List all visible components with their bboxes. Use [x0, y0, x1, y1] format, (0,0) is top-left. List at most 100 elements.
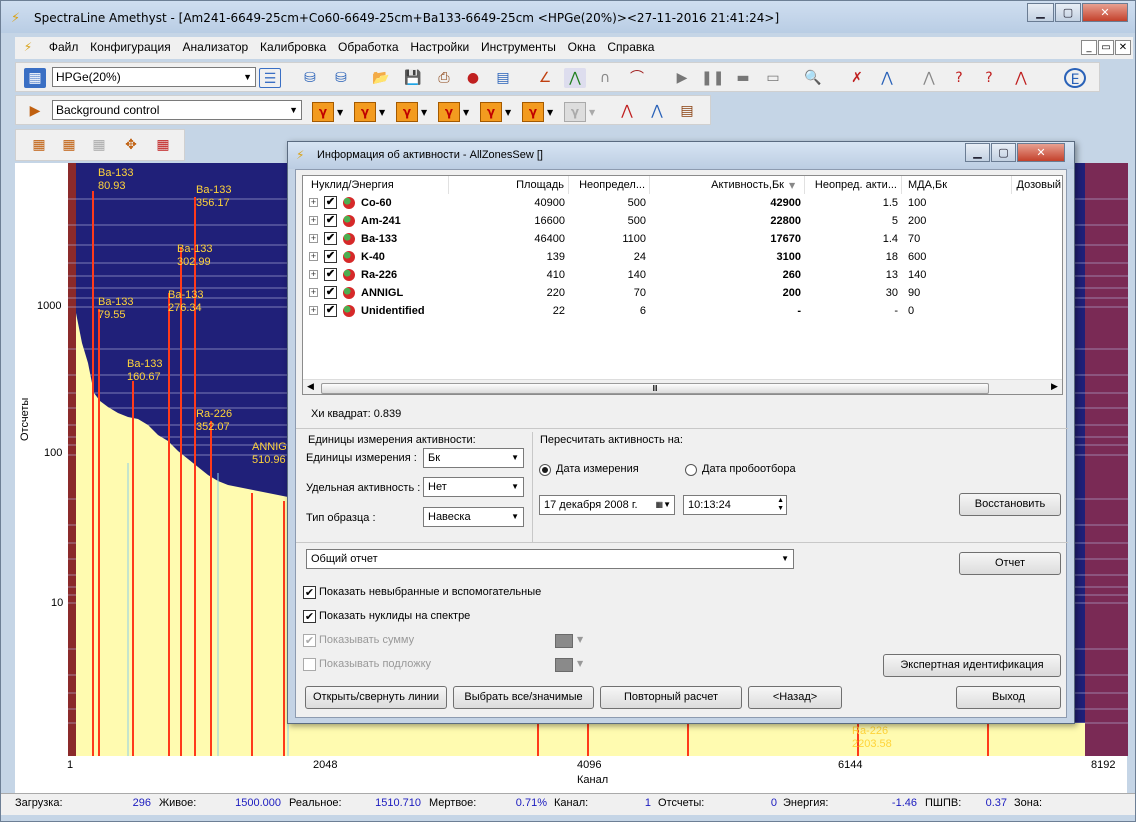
menu-windows[interactable]: Окна	[564, 37, 600, 57]
mdi-minimize-button[interactable]: _	[1081, 40, 1097, 55]
column-header-uncertainty[interactable]: Неопредел...	[569, 176, 650, 194]
spin-icon[interactable]: ▲ ▼	[777, 497, 784, 513]
calibration-icon[interactable]: ∠	[534, 68, 556, 88]
gamma-filter-3-icon[interactable]: γ	[396, 102, 418, 122]
table-hscrollbar[interactable]: ◀ Ⅲ ▶	[303, 379, 1062, 394]
dialog-maximize-button[interactable]: ▢	[991, 143, 1016, 162]
menu-settings[interactable]: Настройки	[406, 37, 473, 57]
time-picker[interactable]: 10:13:24 ▲ ▼	[683, 495, 787, 515]
peak-fit-icon[interactable]: ⋀	[564, 68, 586, 88]
grid-move-icon[interactable]: ✥	[120, 135, 142, 155]
minimize-button[interactable]: ▁	[1027, 3, 1054, 22]
date-picker[interactable]: 17 декабря 2008 г. ▦▼	[539, 495, 675, 515]
clear-icon[interactable]: ▭	[762, 68, 784, 88]
expand-icon[interactable]: +	[309, 252, 318, 261]
show-unselected-label[interactable]: Показать невыбранные и вспомогательные	[319, 586, 541, 598]
grid-delete-icon[interactable]: ▦	[152, 135, 174, 155]
row-checkbox[interactable]: ✔	[324, 304, 337, 317]
row-checkbox[interactable]: ✔	[324, 196, 337, 209]
column-header-area[interactable]: Площадь	[449, 176, 569, 194]
chevron-down-icon[interactable]: ▼	[337, 108, 343, 117]
chevron-down-icon[interactable]: ▼	[379, 108, 385, 117]
chevron-down-icon[interactable]: ▼	[463, 108, 469, 117]
toggle-lines-button[interactable]: Открыть/свернуть линии	[305, 686, 447, 709]
mode-select[interactable]: Background control ▼	[52, 100, 302, 120]
calendar-icon[interactable]: ▦▼	[656, 496, 671, 514]
detector-settings-icon[interactable]: ☰	[259, 68, 281, 88]
expand-icon[interactable]: +	[309, 288, 318, 297]
menu-analyzer[interactable]: Анализатор	[179, 37, 253, 57]
back-button[interactable]: <Назад>	[748, 686, 842, 709]
activity-info-icon[interactable]: ⋀	[646, 101, 668, 121]
menu-file[interactable]: Файл	[45, 37, 83, 57]
overlay-icon[interactable]: ⋀	[918, 68, 940, 88]
close-button[interactable]: ✕	[1082, 3, 1128, 22]
expand-icon[interactable]: +	[309, 234, 318, 243]
database-save-icon[interactable]: ⛁	[330, 68, 352, 88]
column-header-activity-uncertainty[interactable]: Неопред. акти...	[805, 176, 902, 194]
radio-measure-date-label[interactable]: Дата измерения	[556, 463, 639, 475]
sample-type-select[interactable]: Навеска ▼	[423, 507, 524, 527]
detector-select[interactable]: HPGe(20%) ▼	[52, 67, 256, 87]
print-icon[interactable]: ⎙	[433, 68, 455, 88]
exit-button[interactable]: Выход	[956, 686, 1061, 709]
start-icon[interactable]: ▶	[671, 68, 693, 88]
nuclide-lines-icon[interactable]: ⋀	[1010, 68, 1032, 88]
expand-icon[interactable]: +	[309, 198, 318, 207]
identify-icon[interactable]: ?	[948, 68, 970, 88]
expand-icon[interactable]: +	[309, 306, 318, 315]
activity-icon[interactable]: ?	[978, 68, 1000, 88]
report-button[interactable]: Отчет	[959, 552, 1061, 575]
folder-open-icon[interactable]: 📂	[370, 68, 392, 88]
row-checkbox[interactable]: ✔	[324, 250, 337, 263]
recalculate-button[interactable]: Повторный расчет	[600, 686, 742, 709]
pause-icon[interactable]: ❚❚	[701, 68, 724, 88]
mdi-restore-button[interactable]: ▭	[1098, 40, 1114, 55]
table-row[interactable]: + ✔ Ba-133 46400 1100 17670 1.4 70	[303, 230, 1062, 248]
report-icon[interactable]: ▤	[492, 68, 514, 88]
column-header-dose[interactable]: Дозовый	[1012, 176, 1062, 194]
gamma-filter-5-icon[interactable]: γ	[480, 102, 502, 122]
radio-measure-date[interactable]	[539, 464, 551, 476]
dialog-minimize-button[interactable]: ▁	[965, 143, 990, 162]
dialog-close-button[interactable]: ✕	[1017, 143, 1065, 162]
mdi-close-button[interactable]: ✕	[1115, 40, 1131, 55]
scroll-thumb[interactable]: Ⅲ	[321, 383, 989, 394]
show-unselected-checkbox[interactable]: ✔	[303, 586, 316, 599]
menu-processing[interactable]: Обработка	[334, 37, 403, 57]
table-row[interactable]: + ✔ Am-241 16600 500 22800 5 200	[303, 212, 1062, 230]
expand-icon[interactable]: +	[309, 270, 318, 279]
chevron-down-icon[interactable]: ▼	[421, 108, 427, 117]
row-checkbox[interactable]: ✔	[324, 268, 337, 281]
zoom-icon[interactable]: 🔍	[802, 68, 824, 88]
gamma-filter-2-icon[interactable]: γ	[354, 102, 376, 122]
scroll-left-icon[interactable]: ◀	[307, 382, 314, 392]
peak-shape-icon[interactable]: ∩	[594, 68, 616, 88]
grid-open-icon[interactable]: ▦	[28, 135, 50, 155]
spectrum-view-icon[interactable]: ⋀	[876, 68, 898, 88]
row-checkbox[interactable]: ✔	[324, 214, 337, 227]
database-open-icon[interactable]: ⛁	[299, 68, 321, 88]
lines-info-icon[interactable]: ⋀	[616, 101, 638, 121]
menu-calibration[interactable]: Калибровка	[256, 37, 330, 57]
show-nuclides-checkbox[interactable]: ✔	[303, 610, 316, 623]
row-checkbox[interactable]: ✔	[324, 286, 337, 299]
table-row[interactable]: + ✔ Co-60 40900 500 42900 1.5 100	[303, 194, 1062, 212]
column-header-nuclide[interactable]: Нуклид/Энергия	[303, 176, 449, 194]
gamma-filter-6-icon[interactable]: γ	[522, 102, 544, 122]
table-row[interactable]: + ✔ Ra-226 410 140 260 13 140	[303, 266, 1062, 284]
radio-sampling-date-label[interactable]: Дата пробоотбора	[702, 463, 796, 475]
gamma-filter-4-icon[interactable]: γ	[438, 102, 460, 122]
chevron-down-icon[interactable]: ▼	[505, 108, 511, 117]
restore-button[interactable]: Восстановить	[959, 493, 1061, 516]
menu-tools[interactable]: Инструменты	[477, 37, 560, 57]
report-select[interactable]: Общий отчет ▼	[306, 549, 794, 569]
efficiency-icon[interactable]: ⌒	[626, 68, 648, 88]
bq-info-icon[interactable]: ▤	[676, 101, 698, 121]
save-icon[interactable]: 💾	[402, 68, 424, 88]
table-row[interactable]: + ✔ Unidentified 22 6 - - 0	[303, 302, 1062, 320]
energy-icon[interactable]: E	[1064, 68, 1086, 88]
scroll-right-icon[interactable]: ▶	[1051, 382, 1058, 392]
menu-configuration[interactable]: Конфигурация	[86, 37, 175, 57]
expand-icon[interactable]: +	[309, 216, 318, 225]
